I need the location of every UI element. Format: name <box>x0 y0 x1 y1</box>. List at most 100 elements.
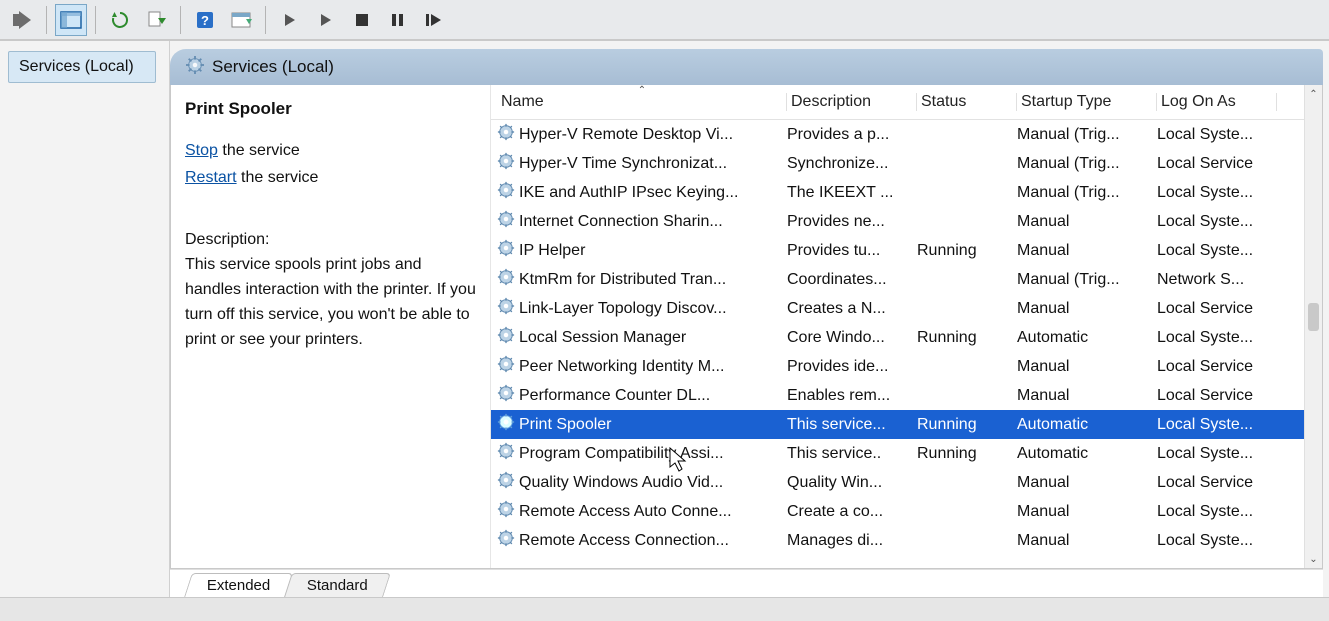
service-status: Running <box>917 329 1017 347</box>
grid-rows[interactable]: Hyper-V Remote Desktop Vi... Provides a p… <box>491 120 1322 568</box>
restart-service-button[interactable] <box>418 4 450 36</box>
service-row[interactable]: IP HelperProvides tu...RunningManualLoca… <box>491 236 1322 265</box>
start-service-button-2[interactable] <box>310 4 342 36</box>
detail-actions: Stop the service Restart the service <box>185 137 476 191</box>
service-name: Internet Connection Sharin... <box>519 213 723 231</box>
forward-button[interactable] <box>6 4 38 36</box>
service-row[interactable]: Peer Networking Identity M...Provides id… <box>491 352 1322 381</box>
column-spacer <box>1277 93 1295 111</box>
service-name: Hyper-V Remote Desktop Vi... <box>519 126 733 144</box>
service-row[interactable]: Remote Access Auto Conne...Create a co..… <box>491 497 1322 526</box>
service-logon: Local Service <box>1157 300 1277 318</box>
service-name: IKE and AuthIP IPsec Keying... <box>519 184 738 202</box>
service-description: This service... <box>787 416 917 434</box>
service-logon: Local Service <box>1157 474 1277 492</box>
refresh-button[interactable] <box>104 4 136 36</box>
stop-service-button[interactable] <box>346 4 378 36</box>
scroll-thumb[interactable] <box>1308 303 1319 331</box>
service-row[interactable]: Remote Access Connection... Manages di...… <box>491 526 1322 555</box>
gear-icon <box>497 239 515 262</box>
export-list-button[interactable] <box>140 4 172 36</box>
service-row[interactable]: Internet Connection Sharin... Provides ne… <box>491 207 1322 236</box>
scroll-up-icon[interactable]: ⌃ <box>1305 85 1322 103</box>
service-name: Print Spooler <box>519 416 612 434</box>
service-row[interactable]: Link-Layer Topology Discov...Creates a N… <box>491 294 1322 323</box>
pause-service-button[interactable] <box>382 4 414 36</box>
service-status: Running <box>917 416 1017 434</box>
svg-text:?: ? <box>201 13 209 28</box>
gear-icon <box>497 529 515 552</box>
service-logon: Local Syste... <box>1157 213 1277 231</box>
service-startup: Manual <box>1017 474 1157 492</box>
gear-icon <box>497 413 515 436</box>
service-row[interactable]: Quality Windows Audio Vid...Quality Win.… <box>491 468 1322 497</box>
service-logon: Local Syste... <box>1157 126 1277 144</box>
service-logon: Local Syste... <box>1157 184 1277 202</box>
service-name: KtmRm for Distributed Tran... <box>519 271 726 289</box>
toolbar-separator <box>46 6 47 34</box>
service-row[interactable]: IKE and AuthIP IPsec Keying...The IKEEXT… <box>491 178 1322 207</box>
panel-title: Services (Local) <box>212 57 334 77</box>
restart-service-link[interactable]: Restart <box>185 169 237 186</box>
toolbar-separator <box>95 6 96 34</box>
gear-icon <box>497 123 515 146</box>
service-startup: Automatic <box>1017 416 1157 434</box>
service-name: Remote Access Connection... <box>519 532 729 550</box>
main-area: Services (Local) Services (Local) Print … <box>0 40 1329 597</box>
gear-icon <box>497 471 515 494</box>
service-name: Performance Counter DL... <box>519 387 710 405</box>
start-service-button[interactable] <box>274 4 306 36</box>
gear-icon <box>497 152 515 175</box>
service-description: Provides a p... <box>787 126 917 144</box>
service-row[interactable]: KtmRm for Distributed Tran...Coordinates… <box>491 265 1322 294</box>
service-description: Enables rem... <box>787 387 917 405</box>
column-startup[interactable]: Startup Type <box>1017 93 1157 111</box>
service-startup: Manual (Trig... <box>1017 155 1157 173</box>
service-row[interactable]: Performance Counter DL... Enables rem... M… <box>491 381 1322 410</box>
tree-node-services-local[interactable]: Services (Local) <box>8 51 156 83</box>
services-list: ⌃Name Description Status Startup Type Lo… <box>491 85 1322 568</box>
service-name: Program Compatibility Assi... <box>519 445 724 463</box>
toolbar-separator <box>180 6 181 34</box>
service-description: Create a co... <box>787 503 917 521</box>
services-window: ? Services (Local) <box>0 0 1329 621</box>
vertical-scrollbar[interactable]: ⌃ ⌄ <box>1304 85 1322 568</box>
column-status[interactable]: Status <box>917 93 1017 111</box>
gear-icon <box>497 384 515 407</box>
gear-icon <box>497 500 515 523</box>
column-name[interactable]: ⌃Name <box>497 93 787 111</box>
service-name: IP Helper <box>519 242 585 260</box>
show-hide-pane-button[interactable] <box>55 4 87 36</box>
tab-extended[interactable]: Extended <box>184 573 293 597</box>
scroll-down-icon[interactable]: ⌄ <box>1305 550 1322 568</box>
service-startup: Manual <box>1017 532 1157 550</box>
service-row[interactable]: Hyper-V Time Synchronizat...Synchronize.… <box>491 149 1322 178</box>
service-startup: Manual <box>1017 503 1157 521</box>
column-description[interactable]: Description <box>787 93 917 111</box>
service-row[interactable]: Hyper-V Remote Desktop Vi... Provides a p… <box>491 120 1322 149</box>
service-description: Provides tu... <box>787 242 917 260</box>
service-row[interactable]: Local Session ManagerCore Windo...Runnin… <box>491 323 1322 352</box>
stop-service-link[interactable]: Stop <box>185 142 218 159</box>
service-logon: Local Service <box>1157 358 1277 376</box>
service-description: Synchronize... <box>787 155 917 173</box>
service-startup: Manual <box>1017 300 1157 318</box>
service-row[interactable]: Print Spooler This service...RunningAutom… <box>491 410 1322 439</box>
service-logon: Network S... <box>1157 271 1277 289</box>
service-description: This service.. <box>787 445 917 463</box>
service-description: Manages di... <box>787 532 917 550</box>
help-button[interactable]: ? <box>189 4 221 36</box>
service-logon: Local Syste... <box>1157 416 1277 434</box>
stop-suffix: the service <box>218 142 300 159</box>
service-logon: Local Syste... <box>1157 503 1277 521</box>
properties-button[interactable] <box>225 4 257 36</box>
status-bar <box>0 597 1329 621</box>
service-description: Provides ide... <box>787 358 917 376</box>
service-startup: Manual <box>1017 387 1157 405</box>
column-logon[interactable]: Log On As <box>1157 93 1277 111</box>
service-row[interactable]: Program Compatibility Assi... This servic… <box>491 439 1322 468</box>
tab-standard[interactable]: Standard <box>284 573 391 597</box>
gear-icon <box>186 56 204 78</box>
service-logon: Local Service <box>1157 387 1277 405</box>
service-description: Provides ne... <box>787 213 917 231</box>
